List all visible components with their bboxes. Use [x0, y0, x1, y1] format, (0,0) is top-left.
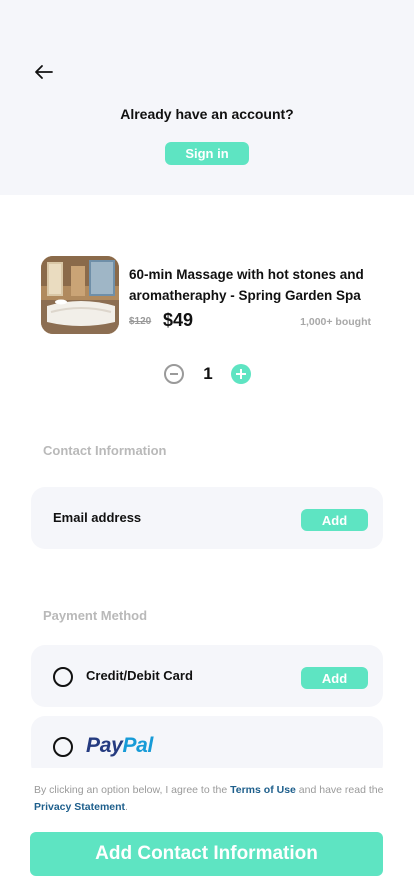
plus-circle-icon[interactable]	[231, 364, 251, 384]
terms-text: By clicking an option below, I agree to …	[34, 782, 384, 816]
email-label: Email address	[53, 510, 142, 525]
arrow-left-icon	[35, 65, 53, 79]
minus-circle-icon[interactable]	[164, 364, 184, 384]
sale-price: $49	[163, 310, 194, 330]
payment-section-label: Payment Method	[43, 608, 148, 623]
paypal-logo: PayPal	[86, 734, 153, 758]
product-image	[41, 256, 119, 334]
email-card[interactable]: Email address Add	[31, 487, 383, 549]
spa-room-photo	[41, 256, 119, 334]
privacy-statement-link[interactable]: Privacy Statement	[34, 801, 125, 813]
terms-suffix: .	[125, 801, 128, 813]
footer: By clicking an option below, I agree to …	[0, 768, 414, 896]
bought-count: 1,000+ bought	[300, 316, 371, 328]
contact-section-label: Contact Information	[43, 443, 167, 458]
paypal-radio[interactable]	[53, 737, 73, 757]
original-price: $120	[129, 316, 152, 327]
back-button[interactable]	[32, 60, 56, 84]
terms-mid: and have read the	[295, 784, 384, 796]
card-radio[interactable]	[53, 667, 73, 687]
card-payment-option[interactable]: Credit/Debit Card Add	[31, 645, 383, 707]
terms-prefix: By clicking an option below, I agree to …	[34, 784, 231, 796]
product-summary: 60-min Massage with hot stones and aroma…	[41, 256, 377, 336]
terms-of-use-link[interactable]: Terms of Use	[230, 784, 296, 796]
paypal-logo-pal: Pal	[122, 734, 154, 757]
header: Already have an account? Sign in	[0, 0, 414, 195]
add-card-button[interactable]: Add	[301, 667, 368, 689]
product-title: 60-min Massage with hot stones and aroma…	[129, 267, 364, 303]
quantity-stepper: 1	[164, 364, 254, 386]
quantity-value: 1	[203, 364, 213, 383]
card-payment-label: Credit/Debit Card	[86, 668, 193, 683]
add-email-button[interactable]: Add	[301, 509, 368, 531]
paypal-logo-pay: Pay	[86, 734, 123, 757]
sign-in-button[interactable]: Sign in	[165, 142, 249, 165]
account-prompt: Already have an account?	[120, 106, 294, 122]
add-contact-info-button[interactable]: Add Contact Information	[30, 832, 383, 876]
